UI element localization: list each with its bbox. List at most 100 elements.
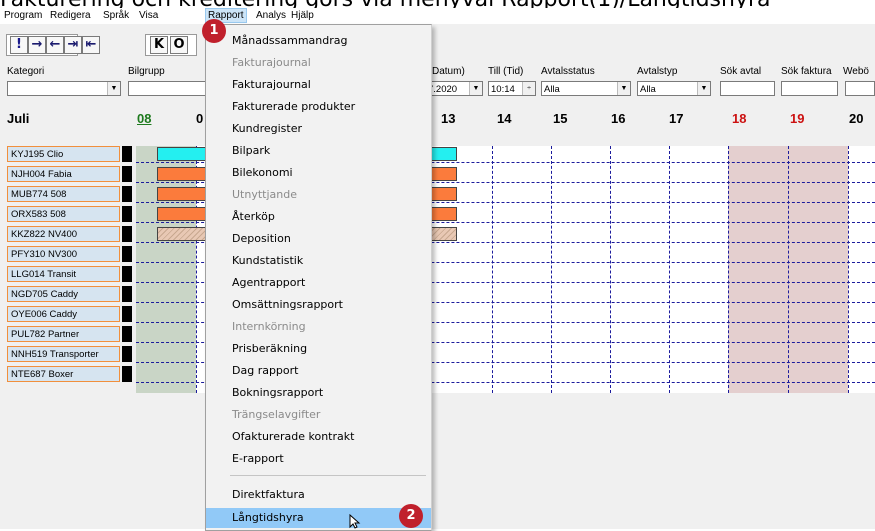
sok-faktura-label: Sök faktura [781,66,832,77]
day-16[interactable]: 16 [611,111,625,126]
day-08[interactable]: 08 [137,111,151,126]
status-marker [122,166,132,182]
grid-vline [788,146,789,393]
vehicle-row[interactable]: LLG014 Transit [7,266,120,282]
vehicle-row[interactable]: KKZ822 NV400 [7,226,120,242]
day-14[interactable]: 14 [497,111,511,126]
status-marker [122,226,132,242]
avtalsstatus-label: Avtalsstatus [541,66,595,77]
webo-input[interactable] [845,81,875,96]
menu-item-manadssammandrag[interactable]: Månadssammandrag [206,31,431,51]
menu-program[interactable]: Program [4,10,42,21]
menu-item-bokningsrapport[interactable]: Bokningsrapport [206,383,431,403]
till-time-spinner[interactable]: 10:14 ÷ [488,81,536,96]
jump-forward-button[interactable]: ⇥ [64,36,82,54]
grid-vline [848,146,849,393]
day-17[interactable]: 17 [669,111,683,126]
menu-item-fakturajournal[interactable]: Fakturajournal [206,75,431,95]
sok-faktura-input[interactable] [781,81,838,96]
status-marker [122,246,132,262]
till-value: 10:14 [491,84,515,95]
menu-item-deposition[interactable]: Deposition [206,229,431,249]
step-2-badge: 2 [399,504,423,528]
menu-visa[interactable]: Visa [139,10,158,21]
day-13[interactable]: 13 [441,111,455,126]
toolbar: ! → ← ⇥ ⇤ K O [0,24,875,63]
datum-select[interactable]: 7.2020 ▼ [425,81,483,96]
menu-item-aterkop[interactable]: Återköp [206,207,431,227]
status-marker [122,346,132,362]
status-marker [122,326,132,342]
mouse-pointer-icon [349,514,361,529]
vehicle-row[interactable]: NGD705 Caddy [7,286,120,302]
bilgrupp-select[interactable] [128,81,208,96]
status-marker [122,146,132,162]
avtalsstatus-select[interactable]: Alla ▼ [541,81,631,96]
menu-separator [230,475,426,476]
menu-item-ofakturerade-kontrakt[interactable]: Ofakturerade kontrakt [206,427,431,447]
menu-item-kundregister[interactable]: Kundregister [206,119,431,139]
jump-back-button[interactable]: ⇤ [82,36,100,54]
vehicle-row[interactable]: NTE687 Boxer [7,366,120,382]
menu-analys[interactable]: Analys [256,10,286,21]
menu-item-langtidshyra[interactable]: Långtidshyra [206,508,431,528]
menu-item-agentrapport[interactable]: Agentrapport [206,273,431,293]
day-18[interactable]: 18 [732,111,746,126]
menu-item-dag-rapport[interactable]: Dag rapport [206,361,431,381]
menu-item-bilekonomi[interactable]: Bilekonomi [206,163,431,183]
grid-vline [610,146,611,393]
vehicle-row[interactable]: OYE006 Caddy [7,306,120,322]
chevron-down-icon: ▼ [697,82,710,95]
k-button[interactable]: K [150,36,168,54]
day-20[interactable]: 20 [849,111,863,126]
grid-vline [669,146,670,393]
menu-item-e-rapport[interactable]: E-rapport [206,449,431,469]
avtalstyp-select[interactable]: Alla ▼ [637,81,711,96]
arrow-left-button[interactable]: ← [46,36,64,54]
sok-avtal-label: Sök avtal [720,66,762,77]
kategori-select[interactable]: ▼ [7,81,121,96]
status-marker [122,266,132,282]
chevron-down-icon: ▼ [617,82,630,95]
menu-item-direktfaktura[interactable]: Direktfaktura [206,485,431,505]
day-19[interactable]: 19 [790,111,804,126]
day-15[interactable]: 15 [553,111,567,126]
day-09-partial[interactable]: 0 [196,111,203,126]
step-1-badge: 1 [202,19,226,43]
vehicle-row[interactable]: ORX583 508 [7,206,120,222]
chevron-down-icon: ▼ [107,82,120,95]
sok-avtal-input[interactable] [720,81,775,96]
menu-item-kundstatistik[interactable]: Kundstatistik [206,251,431,271]
menu-item-trangselavgifter: Trängselavgifter [232,408,321,421]
menu-item-bilpark[interactable]: Bilpark [206,141,431,161]
grid-vline [728,146,729,393]
today-column [136,146,196,393]
kategori-label: Kategori [7,66,45,77]
calendar-header: Juli 08 0 13 14 15 16 17 18 19 20 [0,102,875,134]
status-marker [122,286,132,302]
o-button[interactable]: O [170,36,188,54]
vehicle-row[interactable]: PFY310 NV300 [7,246,120,262]
avtalstyp-label: Avtalstyp [637,66,678,77]
vehicle-row[interactable]: PUL782 Partner [7,326,120,342]
filter-bar: Kategori ▼ Bilgrupp Datum) 7.2020 ▼ Till … [0,62,875,102]
menu-hjalp[interactable]: Hjälp [291,10,314,21]
menu-redigera[interactable]: Redigera [50,10,91,21]
menu-item-omsattningsrapport[interactable]: Omsättningsrapport [206,295,431,315]
till-label: Till (Tid) [488,66,524,77]
status-marker [122,306,132,322]
menu-sprak[interactable]: Språk [103,10,129,21]
menu-bar: Program Redigera Språk Visa Rapport Anal… [0,8,875,24]
vehicle-row[interactable]: NNH519 Transporter [7,346,120,362]
menu-item-fakturajournal-disabled: Fakturajournal [232,56,311,69]
menu-item-fakturerade-produkter[interactable]: Fakturerade produkter [206,97,431,117]
vehicle-row[interactable]: NJH004 Fabia [7,166,120,182]
alert-button[interactable]: ! [10,36,28,54]
arrow-right-button[interactable]: → [28,36,46,54]
status-marker [122,186,132,202]
menu-item-utnyttjande: Utnyttjande [232,188,297,201]
bilgrupp-label: Bilgrupp [128,66,165,77]
vehicle-row[interactable]: MUB774 508 [7,186,120,202]
vehicle-row[interactable]: KYJ195 Clio [7,146,120,162]
menu-item-prisberakning[interactable]: Prisberäkning [206,339,431,359]
